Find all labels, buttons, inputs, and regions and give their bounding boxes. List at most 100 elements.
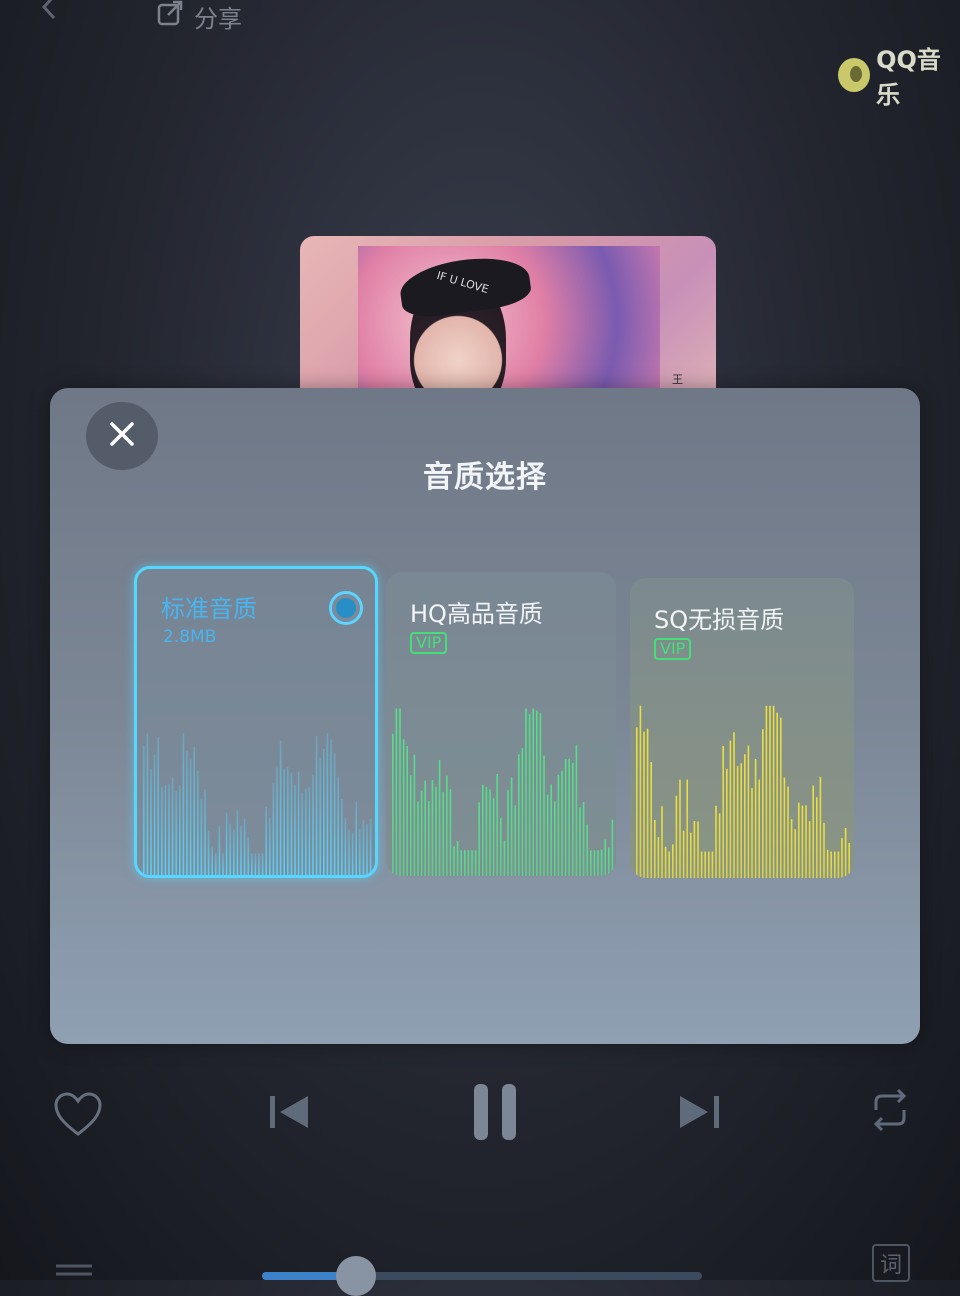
waveform-bar — [554, 801, 556, 876]
pause-button[interactable] — [470, 1080, 522, 1144]
waveform-bar — [402, 739, 405, 876]
waveform-bar — [539, 713, 542, 876]
waveform-bar — [460, 850, 462, 876]
waveform-bar — [500, 817, 502, 876]
waveform-bar — [819, 776, 822, 878]
waveform-bar — [193, 747, 195, 875]
next-button[interactable] — [676, 1090, 724, 1134]
waveform-bar — [247, 837, 249, 875]
menu-lines-icon[interactable] — [52, 1262, 96, 1280]
dialog-title: 音质选择 — [423, 460, 547, 495]
waveform-bar — [279, 740, 282, 875]
waveform-bar — [225, 812, 228, 875]
waveform-bar — [611, 819, 614, 876]
waveform-bar — [708, 851, 710, 878]
waveform-bar — [186, 750, 188, 875]
lyrics-button[interactable]: 词 — [872, 1244, 910, 1282]
qq-music-logo-icon — [838, 58, 871, 92]
waveform-bar — [438, 760, 441, 876]
waveform-bar — [449, 789, 452, 876]
waveform-bar — [543, 755, 545, 876]
progress-bar[interactable] — [262, 1272, 702, 1280]
waveform-bar — [579, 807, 581, 876]
share-icon — [156, 0, 184, 33]
waveform-bar — [812, 785, 814, 878]
waveform-bar — [736, 766, 739, 878]
quality-option-sq[interactable]: SQ无损音质 VIP — [630, 578, 854, 878]
waveform-bar — [417, 801, 419, 876]
waveform-bar — [575, 745, 578, 876]
waveform-bar — [769, 705, 771, 878]
waveform-bar — [261, 853, 264, 875]
waveform-bar — [207, 830, 210, 875]
waveform-bar — [143, 745, 145, 875]
waveform-bar — [236, 810, 239, 875]
repeat-button[interactable] — [864, 1088, 916, 1132]
waveform-bar — [323, 748, 325, 875]
waveform-bar — [229, 823, 231, 875]
waveform-bar — [157, 737, 159, 875]
waveform-bar — [837, 851, 840, 878]
waveform-bar — [776, 712, 778, 878]
vip-badge: VIP — [654, 638, 692, 660]
waveform-bar — [351, 832, 354, 875]
waveform-bar — [729, 740, 732, 878]
option-label: 标准音质 — [161, 595, 257, 623]
waveform-bar — [424, 780, 426, 876]
quality-option-standard[interactable]: 标准音质 2.8MB — [134, 566, 378, 878]
waveform-bar — [456, 841, 459, 876]
waveform-bar — [664, 846, 667, 878]
waveform-bar — [690, 832, 692, 878]
waveform-bar — [315, 736, 318, 875]
waveform-bar — [744, 754, 746, 878]
back-icon[interactable] — [36, 0, 62, 20]
playback-controls — [0, 1070, 960, 1160]
waveform-bar — [726, 768, 728, 878]
waveform-bar — [269, 818, 271, 875]
waveform-bar — [287, 767, 289, 875]
waveform-bar — [532, 708, 534, 876]
waveform-bar — [790, 819, 793, 878]
waveform-bar — [168, 784, 170, 875]
waveform-bar — [668, 851, 670, 878]
waveform-bar — [478, 802, 480, 876]
waveform-bar — [686, 779, 688, 878]
waveform-bar — [740, 763, 742, 878]
heart-icon — [54, 1092, 102, 1136]
waveform-bar — [182, 733, 185, 875]
waveform-bar — [528, 713, 531, 876]
waveform-bar — [600, 849, 603, 876]
waveform-bar — [586, 824, 588, 876]
waveform-bar — [564, 759, 567, 876]
waveform-bar — [521, 748, 524, 876]
previous-button[interactable] — [266, 1090, 314, 1134]
waveform-bar — [783, 777, 786, 878]
option-size: 2.8MB — [163, 627, 217, 647]
waveform-bar — [276, 767, 278, 875]
waveform-bar — [197, 771, 199, 875]
waveform-bar — [848, 843, 850, 878]
quality-select-dialog: 音质选择 标准音质 2.8MB HQ高品音质 VIP SQ无损音质 VIP — [50, 388, 920, 1044]
waveform-bar — [254, 853, 257, 875]
waveform-bar — [801, 805, 804, 878]
quality-option-hq[interactable]: HQ高品音质 VIP — [386, 572, 616, 876]
waveform-bar — [366, 824, 368, 875]
option-label: HQ高品音质 — [410, 600, 543, 628]
progress-knob[interactable] — [336, 1256, 376, 1296]
waveform-bar — [794, 829, 796, 878]
waveform-bar — [453, 846, 455, 876]
option-label: SQ无损音质 — [654, 606, 785, 634]
waveform-bar — [200, 798, 203, 875]
waveform-bar — [722, 745, 724, 878]
waveform-bar — [636, 727, 638, 878]
waveform-bar — [369, 818, 372, 875]
share-button[interactable]: 分享 — [156, 0, 242, 33]
waveform-bar — [525, 708, 527, 876]
waveform-bar — [715, 805, 717, 878]
previous-icon — [270, 1096, 308, 1128]
like-button[interactable] — [52, 1090, 104, 1138]
waveform-bar — [171, 777, 174, 875]
waveform-bar — [772, 705, 775, 878]
waveform-bar — [189, 758, 192, 875]
waveform-bar — [344, 818, 347, 875]
